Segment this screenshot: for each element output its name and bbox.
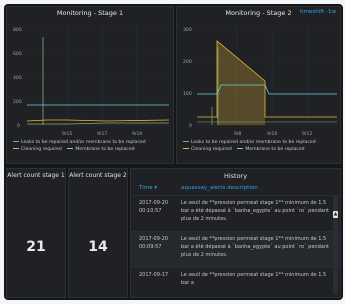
x-tick: 9/8 — [234, 131, 241, 137]
scroll-up-icon[interactable]: ▲ — [333, 211, 338, 218]
y-tick: 0 — [17, 123, 20, 129]
stage2-legend: Leaks to be repaired and/or membrane to … — [183, 139, 320, 153]
row-time: 2017-09-20 00:10:57 — [139, 200, 169, 214]
x-tick: 9/12 — [302, 131, 312, 137]
row-time: 2017-09-20 00:09:57 — [139, 236, 169, 250]
legend-label: Leaks to be repaired and/or membrane to … — [191, 140, 316, 145]
table-row: 2017-09-17 Le seuil de **pression perméa… — [131, 267, 340, 297]
legend-swatch — [13, 140, 19, 143]
y-tick: 400 — [13, 75, 22, 81]
table-row: 2017-09-20 00:10:57 Le seuil de **pressi… — [131, 195, 340, 231]
legend-swatch — [183, 140, 189, 143]
column-header-time[interactable]: Time ▾ — [139, 185, 157, 191]
legend-label: Membrane to be replaced — [75, 147, 135, 152]
alert-count-value: 21 — [26, 239, 46, 255]
panel-title[interactable]: Alert count stage 1 — [7, 172, 65, 179]
row-description: Le seuil de **pression perméat stage 1**… — [181, 272, 327, 286]
x-tick: 9/15 — [62, 131, 72, 137]
legend-swatch — [13, 147, 19, 150]
legend-label: Cleaning required — [191, 147, 232, 152]
row-description: Le seuil de **pression perméat stage 1**… — [181, 236, 329, 258]
history-panel[interactable]: History Time ▾ aquassay_alerts.descripti… — [130, 168, 341, 298]
y-tick: 200 — [13, 99, 22, 105]
legend-item[interactable]: Leaks to be repaired and/or membrane to … — [183, 139, 316, 146]
stage1-legend: Leaks to be repaired and/or membrane to … — [13, 139, 150, 153]
dashboard: Monitoring - Stage 1 800 600 400 200 0 9… — [4, 4, 343, 300]
legend-swatch — [183, 147, 189, 150]
x-tick: 9/17 — [97, 131, 107, 137]
column-header-description[interactable]: aquassay_alerts.description — [181, 185, 258, 191]
legend-label: Leaks to be repaired and/or membrane to … — [21, 140, 146, 145]
legend-item[interactable]: Cleaning required — [183, 146, 232, 153]
row-time: 2017-09-17 — [139, 272, 169, 278]
legend-item[interactable]: Membrane to be replaced — [237, 146, 305, 153]
legend-item[interactable]: Leaks to be repaired and/or membrane to … — [13, 139, 146, 146]
y-tick: 0 — [189, 123, 192, 129]
y-tick: 100 — [183, 91, 192, 97]
legend-swatch — [67, 147, 74, 150]
y-tick: 800 — [13, 27, 22, 33]
cleaning-area — [217, 41, 265, 125]
series-cleaning — [26, 119, 170, 122]
legend-label: Membrane to be replaced — [245, 147, 305, 152]
table-row: 2017-09-20 00:09:57 Le seuil de **pressi… — [131, 231, 340, 267]
legend-item[interactable]: Cleaning required — [13, 146, 62, 153]
legend-item[interactable]: Membrane to be replaced — [67, 146, 135, 153]
alert-count-stage1-panel[interactable]: Alert count stage 1 21 — [6, 168, 66, 298]
row-description: Le seuil de **pression perméat stage 1**… — [181, 200, 329, 222]
scrollbar[interactable] — [333, 195, 338, 295]
panel-title[interactable]: History — [131, 172, 340, 180]
stage2-graph-panel[interactable]: Monitoring - Stage 2 timeshift -1w 300 2… — [176, 6, 341, 164]
series-leaks — [27, 122, 169, 125]
y-tick: 600 — [13, 51, 22, 57]
alert-count-value: 14 — [88, 239, 108, 255]
table-header: Time ▾ aquassay_alerts.description — [131, 183, 340, 194]
y-tick: 200 — [183, 59, 192, 65]
x-tick: 9/19 — [132, 131, 142, 137]
panel-title[interactable]: Alert count stage 2 — [69, 172, 127, 179]
legend-swatch — [237, 147, 244, 150]
legend-label: Cleaning required — [21, 147, 62, 152]
x-tick: 9/10 — [267, 131, 277, 137]
alert-count-stage2-panel[interactable]: Alert count stage 2 14 — [68, 168, 128, 298]
y-tick: 300 — [183, 27, 192, 33]
stage1-graph-panel[interactable]: Monitoring - Stage 1 800 600 400 200 0 9… — [6, 6, 174, 164]
